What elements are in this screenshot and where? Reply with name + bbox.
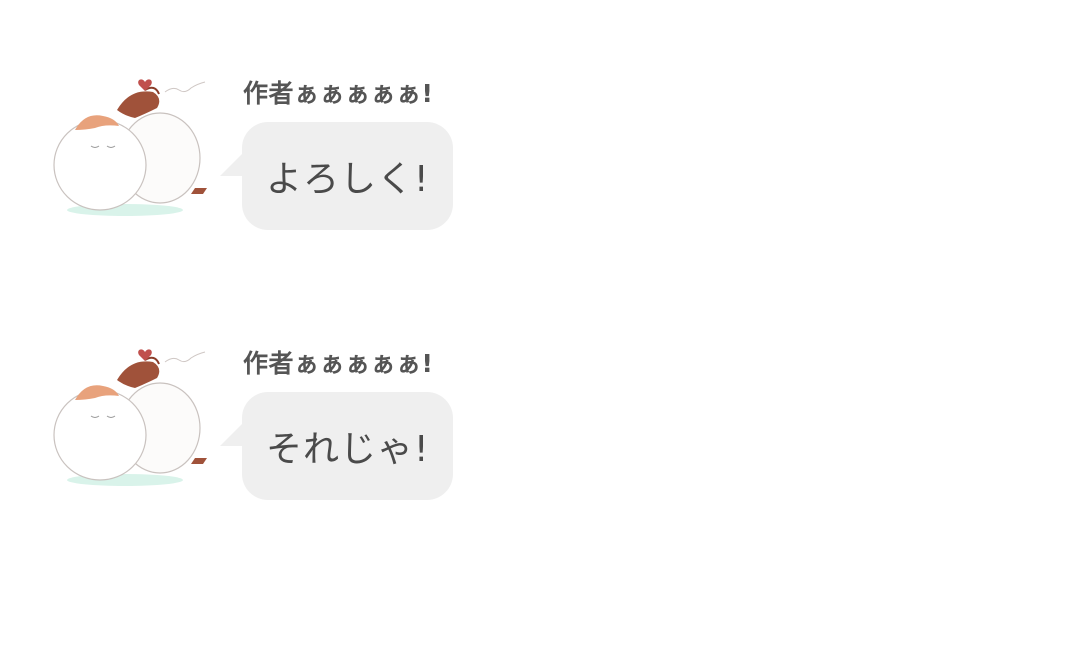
- message-bubble[interactable]: それじゃ!: [242, 392, 454, 500]
- sender-name: 作者ぁぁぁぁぁ!: [243, 349, 434, 378]
- message-bubble[interactable]: よろしく!: [242, 122, 454, 230]
- chat-message: 作者ぁぁぁぁぁ! よろしく!: [0, 62, 520, 237]
- fluffy-birds-avatar-icon[interactable]: [45, 70, 215, 220]
- chat-message: 作者ぁぁぁぁぁ! それじゃ!: [0, 332, 520, 507]
- fluffy-birds-avatar-icon[interactable]: [45, 340, 215, 490]
- message-text: それじゃ!: [266, 429, 430, 470]
- chat-view: 作者ぁぁぁぁぁ! よろしく! 作者ぁぁぁぁぁ! それじゃ!: [0, 0, 1080, 645]
- message-text: よろしく!: [266, 159, 430, 200]
- sender-name: 作者ぁぁぁぁぁ!: [243, 79, 434, 108]
